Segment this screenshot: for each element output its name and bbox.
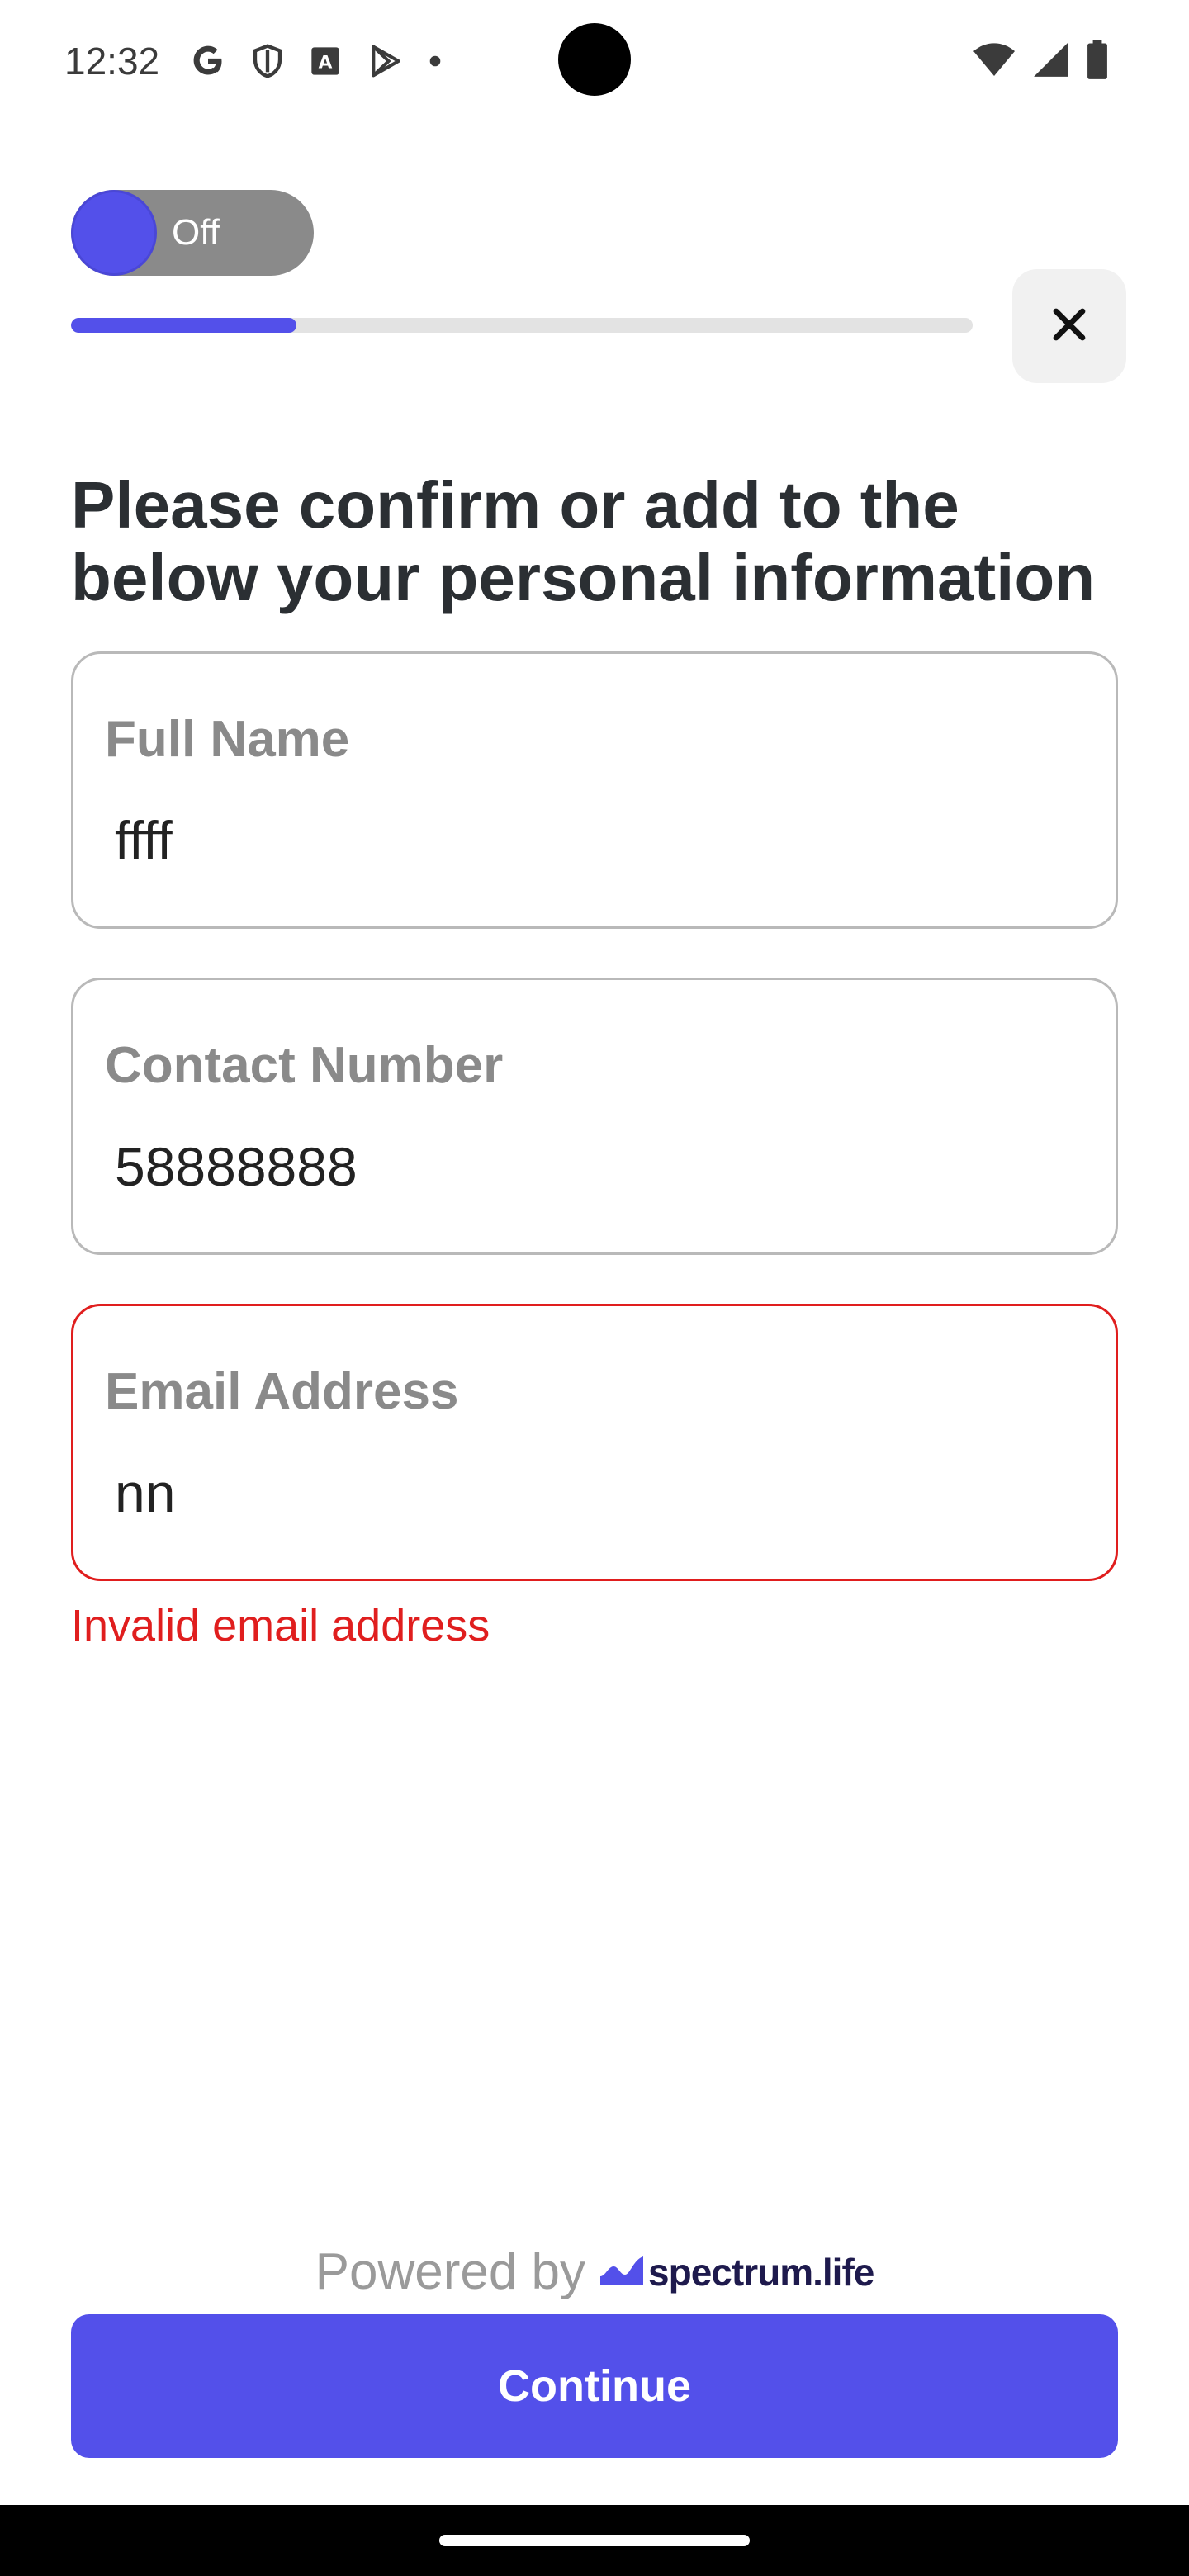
svg-text:A: A <box>319 52 333 73</box>
brand-mark-icon <box>600 2256 644 2289</box>
battery-icon <box>1087 39 1108 83</box>
close-icon <box>1049 305 1089 348</box>
contact-number-label: Contact Number <box>105 1037 504 1094</box>
powered-by: Powered by spectrum.life <box>0 2239 1189 2305</box>
privacy-toggle[interactable]: Off <box>71 190 314 276</box>
full-name-field[interactable]: Full Name <box>71 651 1118 929</box>
toggle-label: Off <box>172 212 220 253</box>
gesture-handle[interactable] <box>439 2535 750 2546</box>
status-icons-right <box>973 39 1108 83</box>
progress-fill <box>71 318 296 333</box>
status-bar: 12:32 A <box>0 0 1189 119</box>
signal-icon <box>1032 40 1070 83</box>
page-title: Please confirm or add to the below your … <box>71 468 1096 614</box>
navigation-bar <box>0 2505 1189 2576</box>
full-name-label: Full Name <box>105 711 350 768</box>
email-address-label: Email Address <box>105 1363 459 1420</box>
text-a-icon: A <box>309 45 342 78</box>
powered-by-label: Powered by <box>315 2243 586 2300</box>
camera-cutout <box>558 23 631 96</box>
continue-button[interactable]: Continue <box>71 2314 1118 2458</box>
status-time: 12:32 <box>64 40 160 83</box>
status-icons-left: A <box>190 36 441 86</box>
shield-icon <box>251 43 284 79</box>
notification-dot-icon <box>429 55 441 67</box>
brand-name: spectrum.life <box>648 2251 874 2294</box>
toggle-knob[interactable] <box>71 190 157 276</box>
email-address-input[interactable] <box>115 1460 1064 1526</box>
progress-bar <box>71 318 973 333</box>
full-name-input[interactable] <box>115 807 1064 874</box>
brand-logo: spectrum.life <box>600 2247 874 2297</box>
contact-number-input[interactable] <box>115 1134 1064 1200</box>
email-error-message: Invalid email address <box>71 1601 490 1650</box>
play-store-icon <box>367 43 405 79</box>
google-icon <box>190 43 226 79</box>
wifi-icon <box>973 41 1016 82</box>
close-button[interactable] <box>1012 269 1126 383</box>
contact-number-field[interactable]: Contact Number <box>71 978 1118 1255</box>
email-address-field[interactable]: Email Address <box>71 1304 1118 1581</box>
